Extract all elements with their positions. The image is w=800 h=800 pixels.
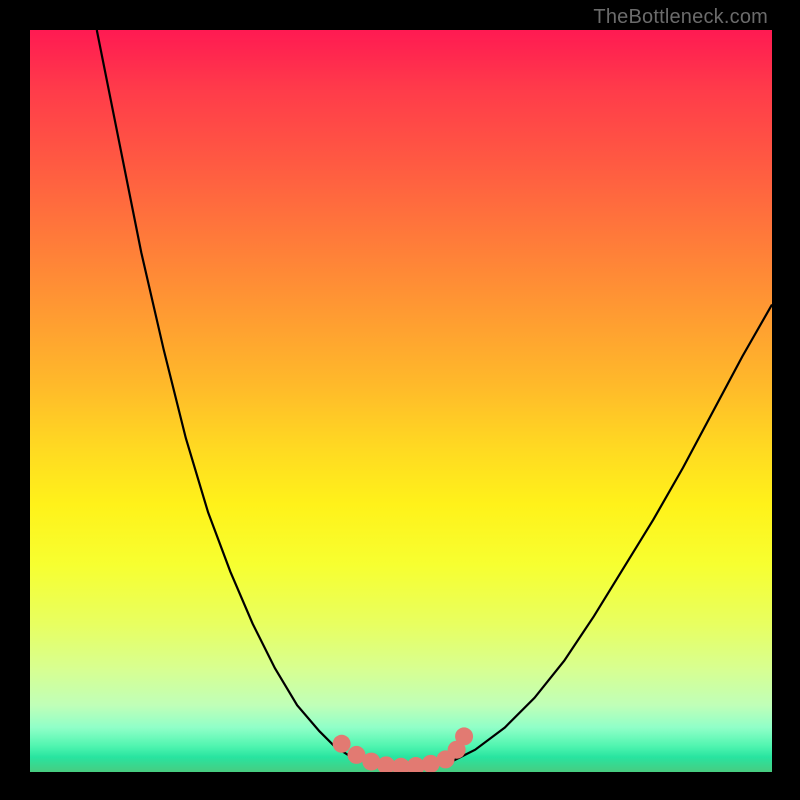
chart-svg xyxy=(30,30,772,772)
outer-frame: TheBottleneck.com xyxy=(0,0,800,800)
highlight-dot xyxy=(333,735,351,753)
watermark-text: TheBottleneck.com xyxy=(593,6,768,29)
curve-right xyxy=(453,305,772,761)
plot-area xyxy=(30,30,772,772)
curve-left xyxy=(97,30,364,761)
highlight-dot xyxy=(455,727,473,745)
highlight-dots xyxy=(333,727,473,772)
